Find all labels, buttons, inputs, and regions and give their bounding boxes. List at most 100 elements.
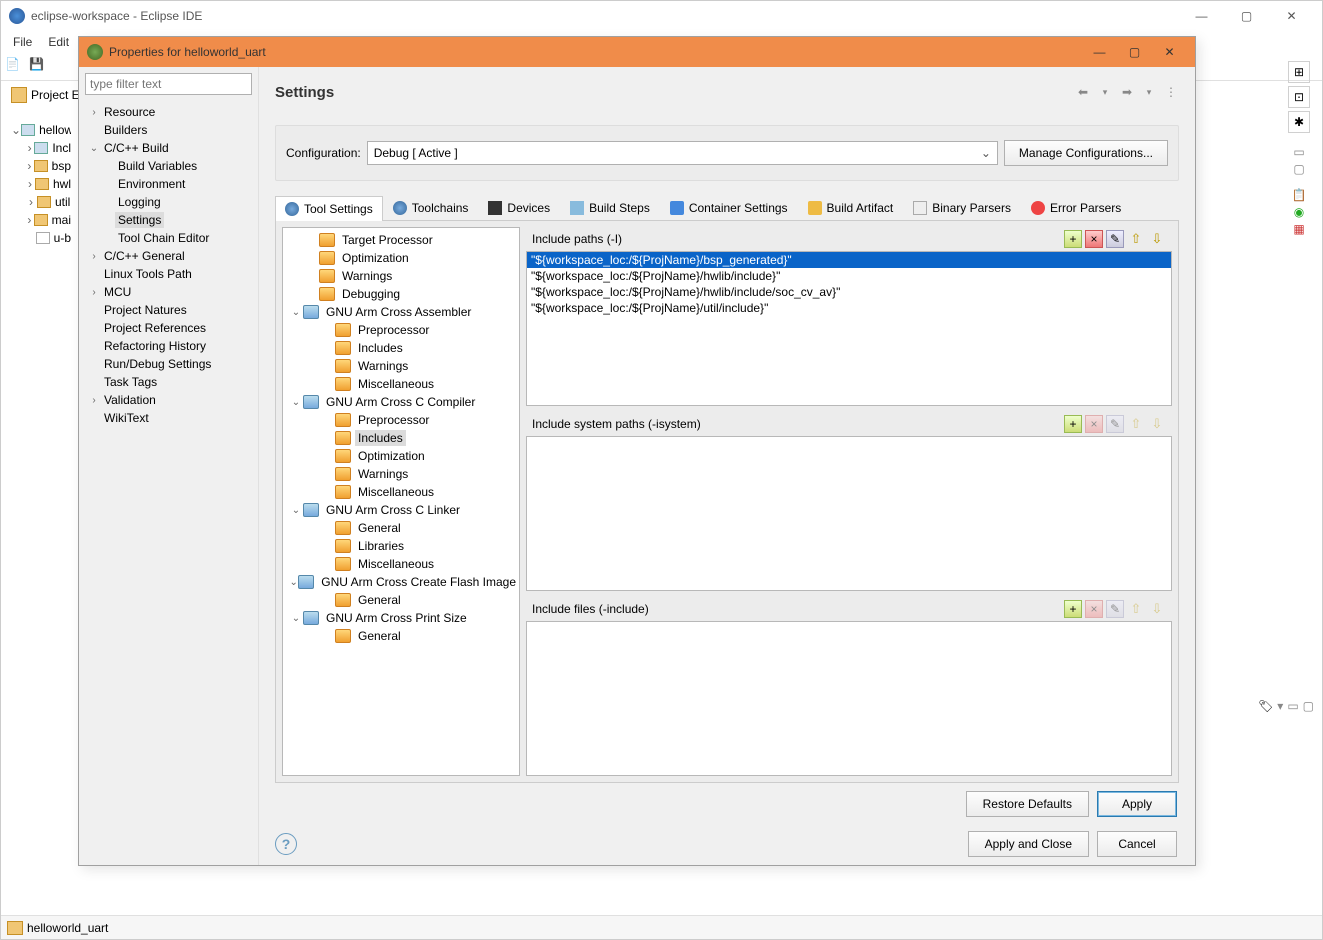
- nav-item[interactable]: Settings: [83, 211, 254, 229]
- include-files-list[interactable]: [526, 621, 1172, 776]
- max-icon[interactable]: ▢: [1293, 162, 1304, 176]
- expand-arrow[interactable]: ›: [25, 195, 37, 209]
- tool-tree-item[interactable]: Miscellaneous: [283, 483, 519, 501]
- tree-row[interactable]: u-b: [11, 229, 71, 247]
- nav-item[interactable]: Environment: [83, 175, 254, 193]
- tool-tree-item[interactable]: Includes: [283, 339, 519, 357]
- dropdown-icon[interactable]: ▾: [1277, 699, 1283, 713]
- tree-row[interactable]: ›hwl: [11, 175, 71, 193]
- nav-item[interactable]: Refactoring History: [83, 337, 254, 355]
- run-icon[interactable]: ◉: [1294, 205, 1304, 219]
- nav-item[interactable]: Task Tags: [83, 373, 254, 391]
- max2-icon[interactable]: ▢: [1303, 699, 1314, 713]
- dialog-close-button[interactable]: ✕: [1152, 40, 1187, 64]
- add-button[interactable]: +: [1064, 415, 1082, 433]
- pdf-icon[interactable]: ▦: [1293, 222, 1304, 236]
- delete-button[interactable]: ×: [1085, 600, 1103, 618]
- add-button[interactable]: +: [1064, 230, 1082, 248]
- tree-row[interactable]: ›mai: [11, 211, 71, 229]
- menu-icon[interactable]: ⋮: [1163, 84, 1179, 100]
- tool-tree-item[interactable]: Preprocessor: [283, 321, 519, 339]
- outline-icon[interactable]: 📋: [1292, 188, 1307, 202]
- tab-devices[interactable]: Devices: [478, 195, 560, 220]
- include-path-item[interactable]: "${workspace_loc:/${ProjName}/util/inclu…: [527, 300, 1171, 316]
- tab-build-steps[interactable]: Build Steps: [560, 195, 660, 220]
- tool-tree-item[interactable]: General: [283, 627, 519, 645]
- expand-arrow[interactable]: ›: [25, 159, 34, 173]
- dialog-maximize-button[interactable]: ▢: [1117, 40, 1152, 64]
- expand-arrow[interactable]: ⌄: [289, 613, 303, 624]
- expand-arrow[interactable]: ⌄: [87, 143, 101, 154]
- include-paths-list[interactable]: "${workspace_loc:/${ProjName}/bsp_genera…: [526, 251, 1172, 406]
- expand-arrow[interactable]: ›: [87, 395, 101, 406]
- tool-tree-item[interactable]: General: [283, 591, 519, 609]
- tab-binary-parsers[interactable]: Binary Parsers: [903, 195, 1021, 220]
- edit-button[interactable]: ✎: [1106, 230, 1124, 248]
- tab-tool-settings[interactable]: Tool Settings: [275, 196, 383, 221]
- expand-arrow[interactable]: ›: [25, 213, 34, 227]
- tool-tree-item[interactable]: Miscellaneous: [283, 375, 519, 393]
- help-icon[interactable]: ?: [275, 833, 297, 855]
- back-button[interactable]: ⬅: [1075, 84, 1091, 100]
- nav-item[interactable]: Linux Tools Path: [83, 265, 254, 283]
- filter-input[interactable]: [85, 73, 252, 95]
- move-up-button[interactable]: ⇧: [1127, 230, 1145, 248]
- nav-item[interactable]: Run/Debug Settings: [83, 355, 254, 373]
- close-button[interactable]: ✕: [1269, 2, 1314, 30]
- expand-arrow[interactable]: ›: [87, 251, 101, 262]
- add-button[interactable]: +: [1064, 600, 1082, 618]
- min2-icon[interactable]: ▭: [1287, 699, 1298, 713]
- save-icon[interactable]: 💾: [29, 57, 49, 77]
- nav-item[interactable]: WikiText: [83, 409, 254, 427]
- tool-tree-item[interactable]: ⌄GNU Arm Cross C Linker: [283, 501, 519, 519]
- expand-arrow[interactable]: ›: [25, 177, 35, 191]
- perspective-c-button[interactable]: ⊡: [1288, 86, 1310, 108]
- tree-row[interactable]: ⌄hellow: [11, 121, 71, 139]
- expand-arrow[interactable]: ›: [87, 287, 101, 298]
- nav-item[interactable]: Project References: [83, 319, 254, 337]
- tool-tree-item[interactable]: Target Processor: [283, 231, 519, 249]
- tool-tree-item[interactable]: Debugging: [283, 285, 519, 303]
- tool-tree-item[interactable]: ⌄GNU Arm Cross C Compiler: [283, 393, 519, 411]
- tree-row[interactable]: ›bsp: [11, 157, 71, 175]
- nav-item[interactable]: ›C/C++ General: [83, 247, 254, 265]
- expand-arrow[interactable]: ⌄: [289, 307, 303, 318]
- dialog-minimize-button[interactable]: —: [1082, 40, 1117, 64]
- edit-button[interactable]: ✎: [1106, 415, 1124, 433]
- debug-icon[interactable]: ✱: [1288, 111, 1310, 133]
- expand-arrow[interactable]: ›: [25, 141, 34, 155]
- tool-tree-item[interactable]: Warnings: [283, 357, 519, 375]
- project-explorer-tab[interactable]: Project Ex: [11, 87, 86, 103]
- dialog-titlebar[interactable]: Properties for helloworld_uart — ▢ ✕: [79, 37, 1195, 67]
- include-path-item[interactable]: "${workspace_loc:/${ProjName}/hwlib/incl…: [527, 268, 1171, 284]
- tab-toolchains[interactable]: Toolchains: [383, 195, 479, 220]
- tool-tree-item[interactable]: ⌄GNU Arm Cross Print Size: [283, 609, 519, 627]
- tool-tree-item[interactable]: ⌄GNU Arm Cross Create Flash Image: [283, 573, 519, 591]
- tasks-icon[interactable]: 🏷: [1258, 699, 1273, 713]
- new-icon[interactable]: 📄: [5, 57, 25, 77]
- tool-tree-item[interactable]: Includes: [283, 429, 519, 447]
- tool-tree-item[interactable]: Optimization: [283, 249, 519, 267]
- move-down-button[interactable]: ⇩: [1148, 230, 1166, 248]
- manage-configs-button[interactable]: Manage Configurations...: [1004, 140, 1168, 166]
- tool-tree-item[interactable]: Warnings: [283, 267, 519, 285]
- nav-item[interactable]: ⌄C/C++ Build: [83, 139, 254, 157]
- tree-row[interactable]: ›Incl: [11, 139, 71, 157]
- nav-item[interactable]: ›MCU: [83, 283, 254, 301]
- nav-item[interactable]: ›Validation: [83, 391, 254, 409]
- perspective-button[interactable]: ⊞: [1288, 61, 1310, 83]
- tool-tree[interactable]: Target ProcessorOptimizationWarningsDebu…: [282, 227, 520, 776]
- category-tree[interactable]: ›ResourceBuilders⌄C/C++ BuildBuild Varia…: [79, 101, 258, 865]
- tab-error-parsers[interactable]: Error Parsers: [1021, 195, 1131, 220]
- tool-tree-item[interactable]: ⌄GNU Arm Cross Assembler: [283, 303, 519, 321]
- include-path-item[interactable]: "${workspace_loc:/${ProjName}/hwlib/incl…: [527, 284, 1171, 300]
- include-path-item[interactable]: "${workspace_loc:/${ProjName}/bsp_genera…: [527, 252, 1171, 268]
- back-menu-button[interactable]: ▾: [1097, 84, 1113, 100]
- maximize-button[interactable]: ▢: [1224, 2, 1269, 30]
- include-system-list[interactable]: [526, 436, 1172, 591]
- nav-item[interactable]: Project Natures: [83, 301, 254, 319]
- restore-defaults-button[interactable]: Restore Defaults: [966, 791, 1089, 817]
- expand-arrow[interactable]: ⌄: [289, 577, 298, 588]
- delete-button[interactable]: ×: [1085, 230, 1103, 248]
- min-icon[interactable]: ▭: [1293, 145, 1304, 159]
